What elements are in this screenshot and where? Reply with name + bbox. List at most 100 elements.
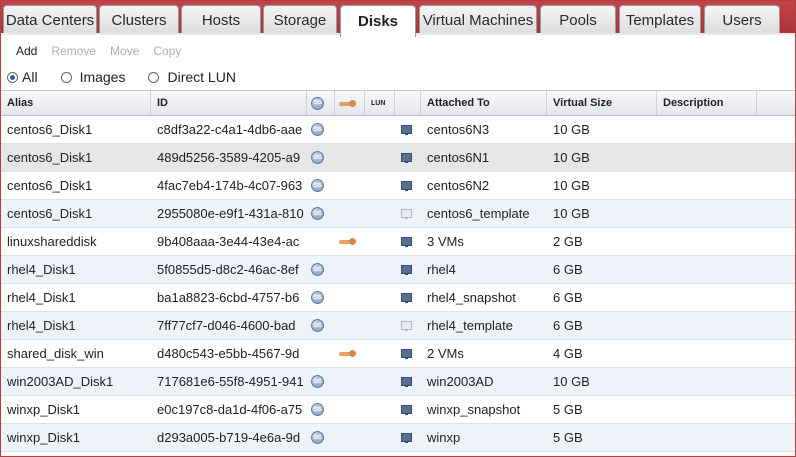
vm-type-cell — [395, 200, 421, 227]
disk-type-filter: All Images Direct LUN — [7, 67, 236, 87]
col-alias-header[interactable]: Alias — [1, 91, 151, 115]
filter-direct-lun-radio[interactable]: Direct LUN — [148, 69, 236, 85]
virtual-size-cell: 2 GB — [553, 234, 583, 249]
table-row[interactable]: linuxshareddisk 9b408aaa-3e44-43e4-ac 3 VM… — [1, 228, 795, 256]
shareable-cell — [335, 368, 365, 395]
tab-clusters[interactable]: Clusters — [99, 5, 179, 35]
table-row[interactable]: centos6_Disk1 2955080e-e9f1-431a-810 OS cen… — [1, 200, 795, 228]
vm-type-cell — [395, 396, 421, 423]
col-lun-header[interactable]: LUN — [365, 91, 395, 115]
col-os-header[interactable]: OS — [307, 91, 335, 115]
col-virtual-size-header[interactable]: Virtual Size — [547, 91, 657, 115]
tab-data-centers[interactable]: Data Centers — [3, 5, 97, 35]
table-row[interactable]: winxp_Disk1 e0c197c8-da1d-4f06-a75 OS winxp… — [1, 396, 795, 424]
attached-to-cell: centos6N1 — [427, 150, 490, 165]
lun-cell — [365, 368, 395, 395]
tab-templates[interactable]: Templates — [619, 5, 701, 35]
id-cell: d293a005-b719-4e6a-9d — [157, 430, 301, 445]
os-cell: OS — [307, 396, 335, 423]
alias-cell: win2003AD_Disk1 — [7, 374, 114, 389]
id-cell: 717681e6-55f8-4951-941 — [157, 374, 304, 389]
table-row[interactable]: win2003AD_Disk1 717681e6-55f8-4951-941 OS w… — [1, 368, 795, 396]
table-row[interactable]: centos6_Disk1 c8df3a22-c4a1-4db6-aae OS cen… — [1, 116, 795, 144]
os-cell: OS — [307, 284, 335, 311]
vm-icon — [401, 237, 412, 247]
lun-cell — [365, 256, 395, 283]
tab-hosts[interactable]: Hosts — [181, 5, 261, 35]
table-row[interactable]: centos6_Disk1 4fac7eb4-174b-4c07-963 OS cen… — [1, 172, 795, 200]
attached-to-cell: winxp — [427, 430, 461, 445]
os-cell — [307, 228, 335, 255]
col-vm-icon-header[interactable] — [395, 91, 421, 115]
tab-disks[interactable]: Disks — [340, 5, 416, 37]
table-row[interactable]: winxp_Disk1 d293a005-b719-4e6a-9d OS winxp 5… — [1, 424, 795, 452]
table-row[interactable]: shared_disk_win d480c543-e5bb-4567-9d 2 VM… — [1, 340, 795, 368]
tab-users[interactable]: Users — [704, 5, 780, 35]
description-cell — [657, 200, 757, 227]
lun-cell — [365, 144, 395, 171]
virtual-size-cell: 5 GB — [553, 402, 583, 417]
disks-window: Data Centers Clusters Hosts Storage Disk… — [0, 0, 796, 457]
vm-type-cell — [395, 368, 421, 395]
lun-cell — [365, 172, 395, 199]
vm-icon — [401, 125, 412, 135]
table-row[interactable]: rhel4_Disk1 ba1a8823-6cbd-4757-b6 OS rhel4_… — [1, 284, 795, 312]
filter-direct-lun-label: Direct LUN — [167, 69, 236, 85]
os-cell: OS — [307, 200, 335, 227]
attached-to-cell: rhel4_template — [427, 318, 513, 333]
lun-cell — [365, 116, 395, 143]
description-cell — [657, 228, 757, 255]
description-cell — [657, 312, 757, 339]
filter-images-radio[interactable]: Images — [60, 69, 125, 85]
alias-cell: centos6_Disk1 — [7, 206, 93, 221]
alias-cell: winxp_Disk1 — [7, 430, 80, 445]
col-id-header[interactable]: ID — [151, 91, 307, 115]
lun-icon: LUN — [371, 99, 386, 107]
os-icon: OS — [311, 123, 324, 136]
attached-to-cell: rhel4 — [427, 262, 456, 277]
table-row[interactable]: centos6_Disk1 489d5256-3589-4205-a9 OS cent… — [1, 144, 795, 172]
filter-all-radio[interactable]: All — [7, 69, 38, 85]
shareable-cell — [335, 144, 365, 171]
shareable-icon — [339, 349, 357, 358]
col-filler-header — [757, 91, 795, 115]
tab-pools[interactable]: Pools — [540, 5, 616, 35]
virtual-size-cell: 6 GB — [553, 290, 583, 305]
tab-storage[interactable]: Storage — [263, 5, 337, 35]
vm-icon — [401, 349, 412, 359]
virtual-size-cell: 10 GB — [553, 178, 590, 193]
remove-button[interactable]: Remove — [44, 41, 103, 61]
shareable-cell — [335, 284, 365, 311]
vm-type-cell — [395, 144, 421, 171]
col-shareable-header[interactable] — [335, 91, 365, 115]
os-cell — [307, 340, 335, 367]
description-cell — [657, 172, 757, 199]
lun-cell — [365, 424, 395, 451]
shareable-cell — [335, 228, 365, 255]
copy-button[interactable]: Copy — [146, 41, 188, 61]
tab-virtual-machines[interactable]: Virtual Machines — [419, 5, 537, 35]
vm-type-cell — [395, 340, 421, 367]
id-cell: 7ff77cf7-d046-4600-bad — [157, 318, 296, 333]
disks-table: Alias ID OS LUN Attached To Virtual Size… — [1, 90, 795, 452]
table-row[interactable]: rhel4_Disk1 7ff77cf7-d046-4600-bad OS rhel4… — [1, 312, 795, 340]
shareable-cell — [335, 256, 365, 283]
active-tab-indicator — [371, 35, 385, 42]
description-cell — [657, 424, 757, 451]
table-row[interactable]: rhel4_Disk1 5f0855d5-d8c2-46ac-8ef OS rhel4… — [1, 256, 795, 284]
os-icon: OS — [311, 207, 324, 220]
shareable-cell — [335, 424, 365, 451]
filter-all-label: All — [22, 69, 38, 85]
col-attached-to-header[interactable]: Attached To — [421, 91, 547, 115]
os-cell: OS — [307, 424, 335, 451]
vm-icon — [401, 293, 412, 303]
move-button[interactable]: Move — [103, 41, 146, 61]
description-cell — [657, 284, 757, 311]
col-description-header[interactable]: Description — [657, 91, 757, 115]
id-cell: 5f0855d5-d8c2-46ac-8ef — [157, 262, 299, 277]
alias-cell: linuxshareddisk — [7, 234, 97, 249]
attached-to-cell: centos6N3 — [427, 122, 490, 137]
add-button[interactable]: Add — [9, 41, 44, 61]
attached-to-cell: winxp_snapshot — [427, 402, 521, 417]
shareable-cell — [335, 116, 365, 143]
